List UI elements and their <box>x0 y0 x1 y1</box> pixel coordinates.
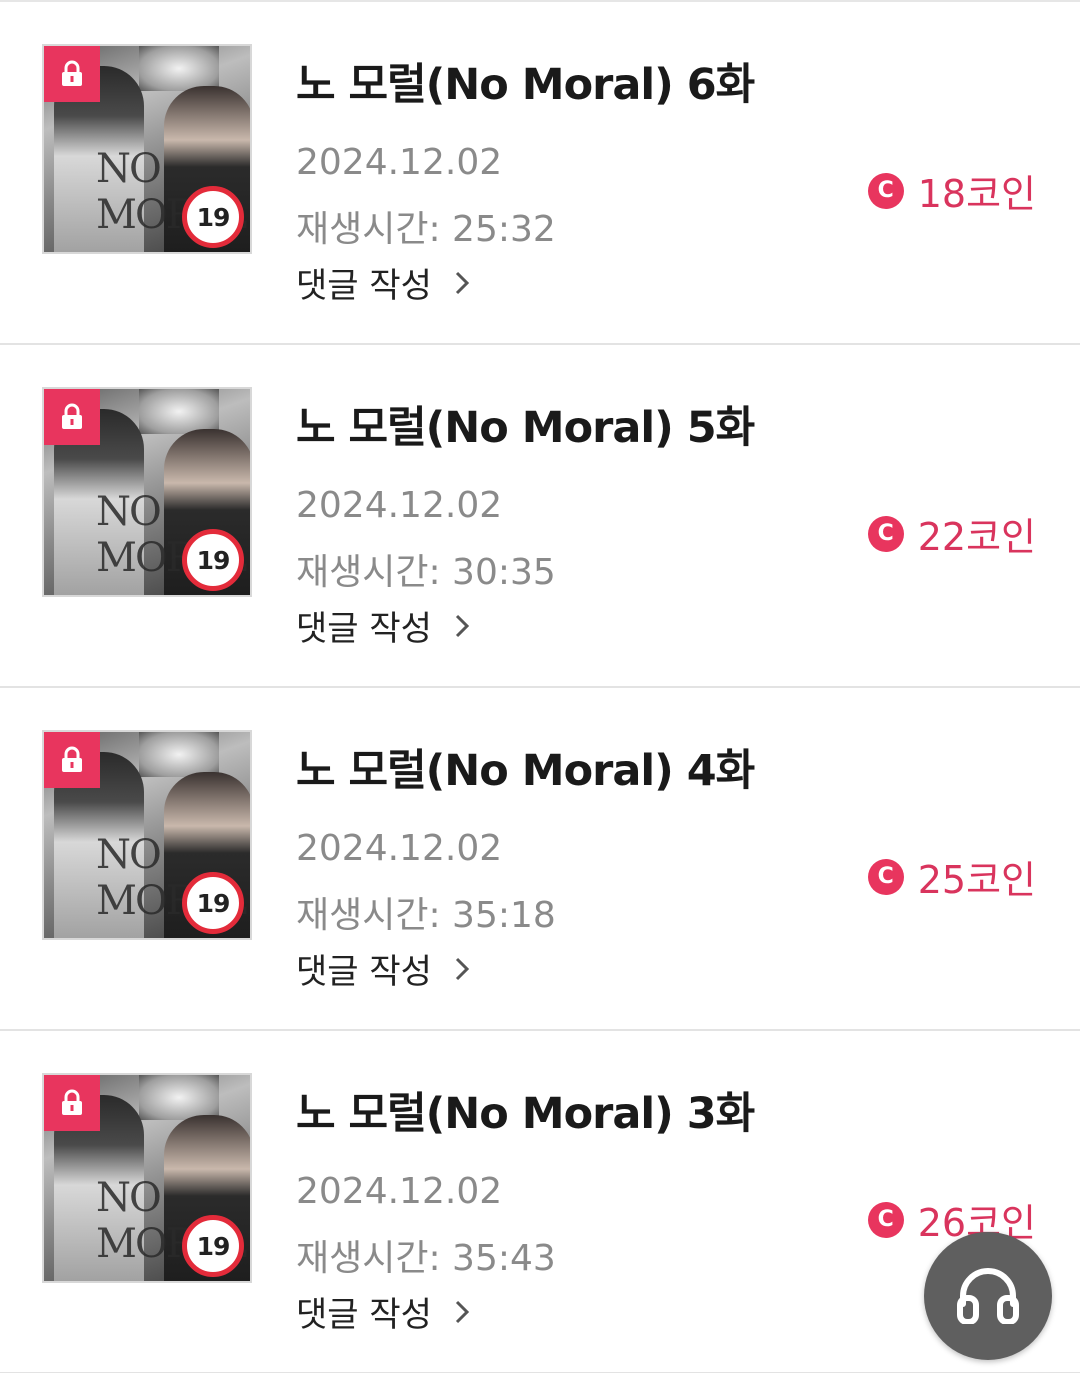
episode-thumbnail[interactable]: NO MORAL 19 <box>42 730 252 940</box>
episode-title[interactable]: 노 모럴(No Moral) 4화 <box>296 736 755 798</box>
audio-player-button[interactable] <box>924 1232 1052 1360</box>
episode-date: 2024.12.02 <box>296 828 503 869</box>
write-comment-link[interactable]: 댓글 작성 <box>296 258 470 307</box>
write-comment-label: 댓글 작성 <box>296 609 432 649</box>
coin-icon: C <box>867 1201 904 1238</box>
write-comment-label: 댓글 작성 <box>296 1295 432 1335</box>
price-label: 22코인 <box>917 515 1036 559</box>
age-rating-badge: 19 <box>182 186 244 248</box>
episode-title[interactable]: 노 모럴(No Moral) 5화 <box>296 393 755 455</box>
episode-item[interactable]: NO MORAL 19 노 모럴(No Moral) 3화 2024.12.02… <box>0 1031 1080 1373</box>
coin-icon: C <box>867 172 904 209</box>
write-comment-link[interactable]: 댓글 작성 <box>296 601 470 650</box>
episode-item[interactable]: NO MORAL 19 노 모럴(No Moral) 4화 2024.12.02… <box>0 688 1080 1031</box>
episode-date: 2024.12.02 <box>296 485 503 526</box>
episode-price[interactable]: C 22코인 <box>867 506 1036 561</box>
headphones-icon <box>955 1264 1021 1328</box>
episode-list: NO MORAL 19 노 모럴(No Moral) 6화 2024.12.02… <box>0 0 1080 1373</box>
episode-item[interactable]: NO MORAL 19 노 모럴(No Moral) 6화 2024.12.02… <box>0 2 1080 345</box>
episode-item[interactable]: NO MORAL 19 노 모럴(No Moral) 5화 2024.12.02… <box>0 345 1080 688</box>
episode-thumbnail[interactable]: NO MORAL 19 <box>42 1073 252 1283</box>
lock-icon <box>44 1075 100 1131</box>
episode-runtime: 재생시간: 35:18 <box>296 895 556 936</box>
chevron-right-icon <box>454 270 470 296</box>
coin-icon: C <box>867 858 904 895</box>
coin-icon: C <box>867 515 904 552</box>
episode-runtime: 재생시간: 25:32 <box>296 209 556 250</box>
chevron-right-icon <box>454 1299 470 1325</box>
chevron-right-icon <box>454 956 470 982</box>
episode-thumbnail[interactable]: NO MORAL 19 <box>42 44 252 254</box>
price-label: 18코인 <box>917 172 1036 216</box>
thumbnail-art <box>139 46 219 91</box>
lock-icon <box>44 46 100 102</box>
age-rating-badge: 19 <box>182 872 244 934</box>
episode-runtime: 재생시간: 35:43 <box>296 1238 556 1279</box>
lock-icon <box>44 732 100 788</box>
episode-title[interactable]: 노 모럴(No Moral) 3화 <box>296 1079 755 1141</box>
episode-price[interactable]: C 18코인 <box>867 163 1036 218</box>
episode-runtime: 재생시간: 30:35 <box>296 552 556 593</box>
write-comment-label: 댓글 작성 <box>296 266 432 306</box>
age-rating-badge: 19 <box>182 1215 244 1277</box>
episode-date: 2024.12.02 <box>296 142 503 183</box>
episode-thumbnail[interactable]: NO MORAL 19 <box>42 387 252 597</box>
thumbnail-art <box>139 732 219 777</box>
thumbnail-art <box>139 389 219 434</box>
write-comment-link[interactable]: 댓글 작성 <box>296 1287 470 1336</box>
episode-price[interactable]: C 25코인 <box>867 849 1036 904</box>
episode-title[interactable]: 노 모럴(No Moral) 6화 <box>296 50 755 112</box>
episode-date: 2024.12.02 <box>296 1171 503 1212</box>
thumbnail-art <box>139 1075 219 1120</box>
price-label: 25코인 <box>917 858 1036 902</box>
chevron-right-icon <box>454 613 470 639</box>
write-comment-label: 댓글 작성 <box>296 952 432 992</box>
write-comment-link[interactable]: 댓글 작성 <box>296 944 470 993</box>
lock-icon <box>44 389 100 445</box>
age-rating-badge: 19 <box>182 529 244 591</box>
